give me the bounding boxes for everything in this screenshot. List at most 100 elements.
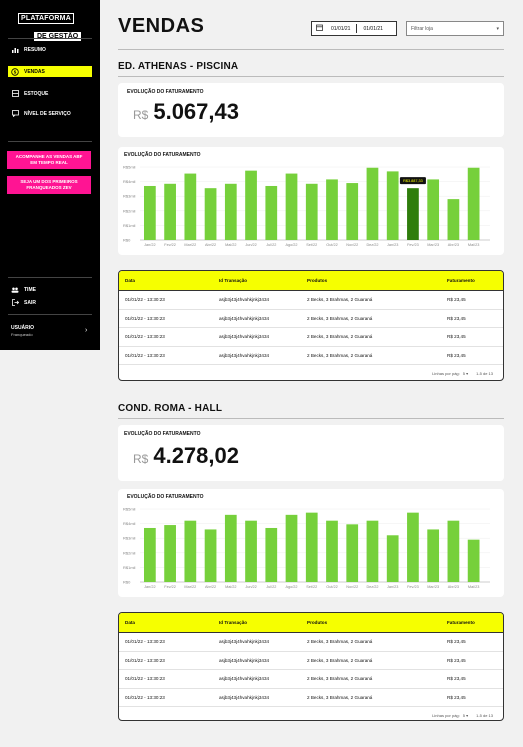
column-header[interactable]: Id Transação (189, 620, 293, 625)
table-cell: asjb3j43j4hvahkjnkj3434 (219, 334, 270, 340)
chevron-right-icon[interactable]: › (85, 327, 87, 334)
x-tick-label: Mar/23 (427, 243, 439, 247)
store-filter-placeholder: Filtrar loja (411, 25, 433, 32)
chart-bar (305, 183, 318, 240)
table-row[interactable]: 01/01/22 - 13:30:23 asjb3j43j4hvahkjnkj34… (119, 689, 503, 707)
x-tick-label: Ago/22 (285, 585, 297, 589)
currency-symbol: R$ (133, 452, 149, 466)
sidebar-divider (8, 38, 92, 39)
column-header[interactable]: Produtos (293, 620, 405, 625)
table-cell: asjb3j43j4hvahkjnkj3434 (219, 352, 270, 358)
x-tick-label: Dez/22 (366, 243, 378, 247)
transactions-table: Data Id Transação Produtos Faturamento 01/01… (118, 612, 504, 721)
x-tick-label: Abr/22 (205, 243, 216, 247)
column-header[interactable]: Faturamento (405, 278, 503, 283)
chart-bar (366, 167, 379, 240)
sidebar-item-nivel-servico[interactable]: NÍVEL DE SERVIÇO (8, 108, 92, 119)
sidebar-item-estoque[interactable]: ESTOQUE (8, 88, 92, 99)
sidebar-item-sair[interactable]: SAIR (8, 297, 92, 308)
chart-bar (407, 512, 419, 582)
rows-per-page-select[interactable]: 5 ▾ (463, 371, 468, 376)
sidebar-divider (8, 314, 92, 315)
column-header[interactable]: Data (119, 620, 189, 625)
revenue-label: EVOLUÇÃO DO FATURAMENTO (127, 89, 204, 95)
table-cell: 2 Becks, 3 Brahmas, 2 Guaraná (307, 694, 373, 700)
table-cell: asjb3j43j4hvahkjnkj3434 (219, 639, 270, 645)
revenue-card: EVOLUÇÃO DO FATURAMENTO R$ 5.067,43 (118, 83, 504, 137)
x-tick-label: Jul/22 (266, 585, 276, 589)
table-cell: 2 Becks, 3 Brahmas, 2 Guaraná (307, 334, 373, 340)
column-header[interactable]: Id Transação (189, 278, 293, 283)
date-range-picker[interactable]: 01/01/21 01/01/21 (311, 21, 397, 36)
store-filter-select[interactable]: Filtrar loja ▾ (406, 21, 504, 36)
svg-text:$: $ (14, 69, 17, 74)
sidebar-item-vendas[interactable]: $ VENDAS (8, 66, 92, 77)
chart-bar (346, 524, 359, 582)
chart-bar (467, 539, 480, 582)
rows-per-page-label: Linhas por pág: (432, 713, 460, 718)
column-header[interactable]: Produtos (293, 278, 405, 283)
chart-bar (427, 179, 440, 240)
chart-bar (164, 525, 176, 582)
revenue-bar-chart: R$0 R$1mil R$2mil R$3mil R$4mil R$5mil Jan/22 F… (123, 165, 490, 247)
y-tick-label: R$5mil (123, 507, 136, 512)
table-row[interactable]: 01/01/22 - 13:30:23 asjb3j43j4hvahkjnkj34… (119, 347, 503, 365)
table-cell: R$ 23,45 (447, 639, 466, 645)
table-cell: 2 Becks, 3 Brahmas, 2 Guaraná (307, 657, 373, 663)
column-header[interactable]: Data (119, 278, 189, 283)
rows-per-page-label: Linhas por pág: (432, 371, 460, 376)
table-cell: 01/01/22 - 13:30:23 (125, 657, 165, 663)
x-tick-label: Abr/23 (448, 243, 459, 247)
x-tick-label: Mar/22 (184, 243, 196, 247)
cta-franqueado-button[interactable]: SEJA UM DOS PRIMEIROS FRANQUEADOS ZEV (7, 176, 91, 194)
y-tick-label: R$3mil (123, 536, 136, 541)
sidebar-item-time[interactable]: TIME (8, 284, 92, 295)
logout-icon (10, 298, 20, 308)
x-tick-label: Mai/22 (225, 243, 236, 247)
sidebar-item-label: TIME (24, 286, 36, 293)
table-row[interactable]: 01/01/22 - 13:30:23 asjb3j43j4hvahkjnkj34… (119, 328, 503, 347)
date-start[interactable]: 01/01/21 (331, 26, 350, 32)
revenue-bar-chart: R$0 R$1mil R$2mil R$3mil R$4mil R$5mil Jan/22 F… (123, 507, 490, 589)
chart-bar (265, 527, 278, 582)
table-pagination: Linhas por pág: 5 ▾ 1-5 de 13 (119, 707, 503, 720)
revenue-amount: 5.067,43 (153, 99, 239, 124)
x-tick-label: Fev/22 (164, 243, 176, 247)
x-tick-label: Nov/22 (346, 585, 358, 589)
x-tick-label: Jun/22 (245, 585, 256, 589)
dollar-circle-icon: $ (10, 67, 20, 77)
chart-tooltip-text: R$3.887,33 (403, 179, 423, 183)
revenue-value: R$ 4.278,02 (133, 443, 239, 469)
user-profile[interactable]: USUÁRIO Franqueado (11, 325, 34, 337)
table-row[interactable]: 01/01/22 - 13:30:23 asjb3j43j4hvahkjnkj34… (119, 670, 503, 689)
chart-bar (285, 173, 298, 240)
chevron-down-icon: ▾ (496, 25, 499, 32)
chart-bar (326, 179, 338, 240)
table-row[interactable]: 01/01/22 - 13:30:23 asjb3j43j4hvahkjnkj34… (119, 291, 503, 310)
table-cell: R$ 23,45 (447, 315, 466, 321)
x-tick-label: Mai/23 (468, 585, 479, 589)
column-header[interactable]: Faturamento (405, 620, 503, 625)
table-row[interactable]: 01/01/22 - 13:30:23 asjb3j43j4hvahkjnkj34… (119, 310, 503, 328)
cta-abf-button[interactable]: ACOMPANHE AS VENDAS ABF EM TEMPO REAL (7, 151, 91, 169)
chart-bar (407, 188, 419, 240)
table-cell: asjb3j43j4hvahkjnkj3434 (219, 657, 270, 663)
chart-bar (224, 514, 237, 582)
table-row[interactable]: 01/01/22 - 13:30:23 asjb3j43j4hvahkjnkj34… (119, 633, 503, 652)
date-end[interactable]: 01/01/21 (363, 26, 382, 32)
sidebar-item-resumo[interactable]: RESUMO (8, 44, 92, 55)
table-cell: asjb3j43j4hvahkjnkj3434 (219, 315, 270, 321)
y-tick-label: R$5mil (123, 165, 136, 170)
table-cell: R$ 23,45 (447, 297, 466, 303)
table-cell: 2 Becks, 3 Brahmas, 2 Guaraná (307, 297, 373, 303)
team-icon (10, 285, 20, 295)
rows-per-page-select[interactable]: 5 ▾ (463, 713, 468, 718)
x-tick-label: Mai/23 (468, 243, 479, 247)
table-cell: R$ 23,45 (447, 334, 466, 340)
sidebar: PLATAFORMA DE GESTÃO RESUMO $ VENDAS EST… (0, 0, 100, 350)
x-tick-label: Abr/22 (205, 585, 216, 589)
table-cell: 2 Becks, 3 Brahmas, 2 Guaraná (307, 676, 373, 682)
table-row[interactable]: 01/01/22 - 13:30:23 asjb3j43j4hvahkjnkj34… (119, 652, 503, 670)
section-divider (118, 418, 504, 419)
chart-bar (184, 173, 197, 240)
